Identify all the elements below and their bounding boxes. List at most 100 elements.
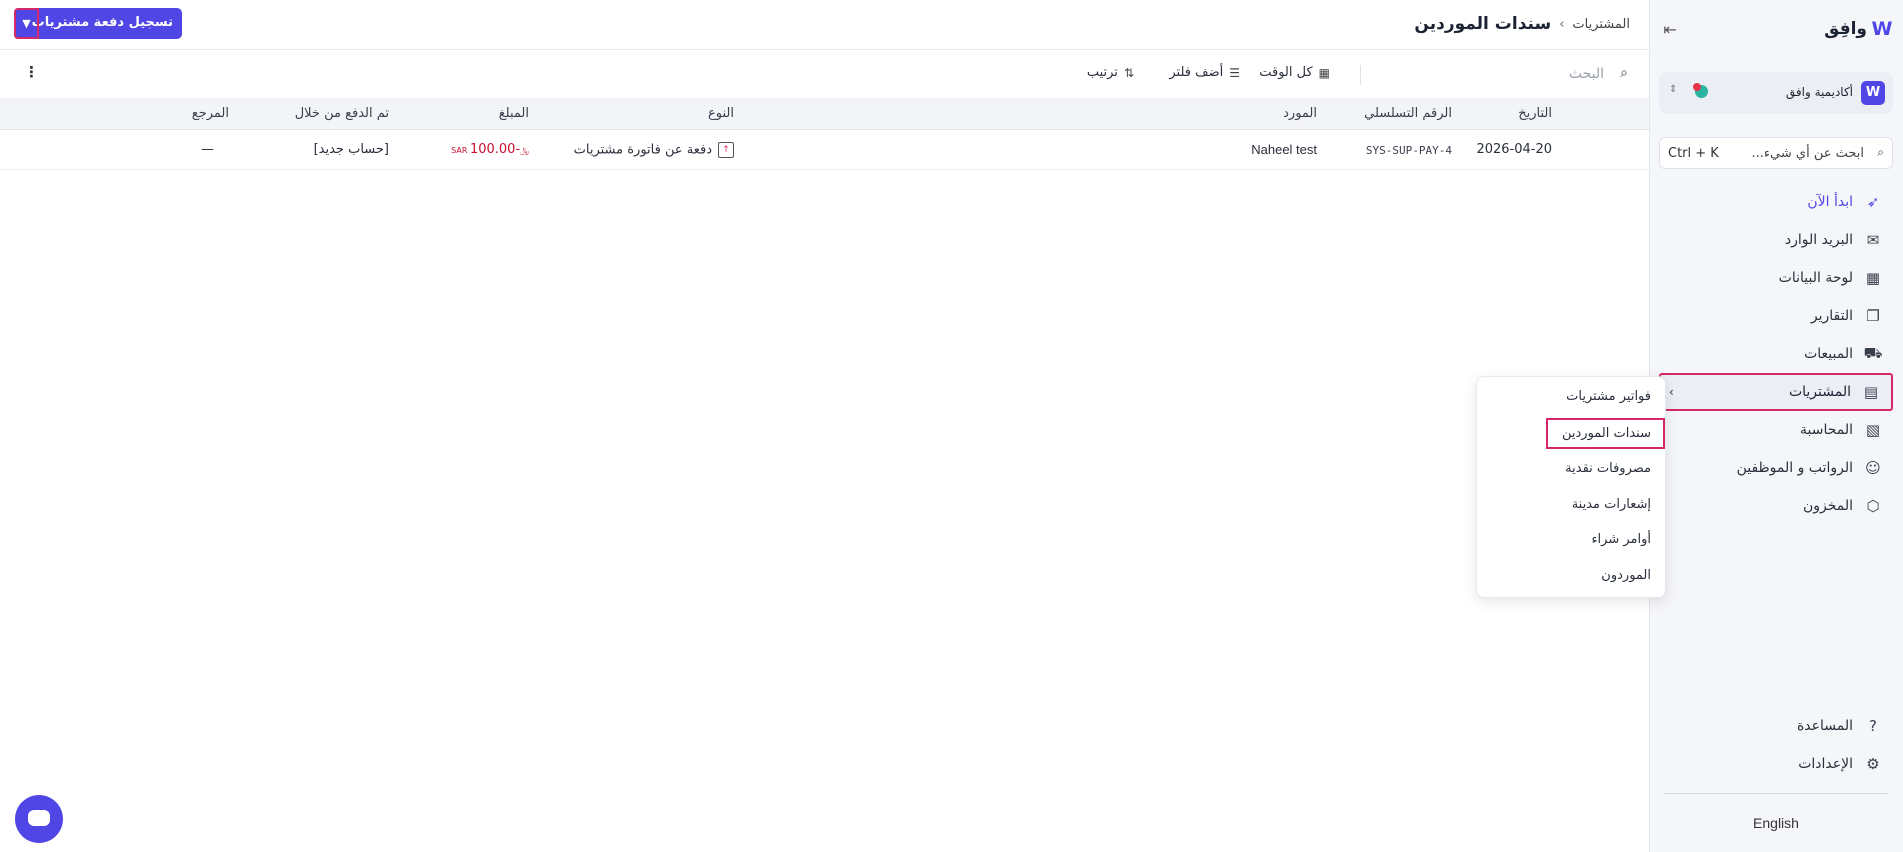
- time-filter-button[interactable]: ▦ كل الوقت: [1259, 65, 1330, 80]
- sidebar-item-label: المشتريات: [1788, 384, 1851, 400]
- payment-out-icon: ↑: [718, 142, 734, 158]
- add-filter-label: أضف فلتر: [1169, 65, 1224, 80]
- global-search-text: ابحث عن أي شيء...: [1751, 146, 1864, 161]
- sidebar: W وافِق ⇤ W أكاديمية وافق ⇕ ⌕ ابحث عن أي…: [1649, 0, 1903, 852]
- copy-icon: ❐: [1866, 307, 1880, 325]
- sidebar-item-label: الإعدادات: [1798, 756, 1853, 772]
- logo-text: وافِق: [1824, 19, 1867, 39]
- sidebar-item-help[interactable]: ? المساعدة: [1659, 707, 1893, 745]
- app-root: المشتريات › سندات الموردين تسجيل دفعة مش…: [0, 0, 1903, 852]
- cell-reference: —: [201, 142, 214, 157]
- sidebar-item-label: الرواتب و الموظفين: [1736, 460, 1853, 476]
- sidebar-item-reports[interactable]: ❐ التقارير: [1659, 297, 1893, 335]
- record-purchase-payment-label: تسجيل دفعة مشتريات: [31, 15, 173, 30]
- time-filter-label: كل الوقت: [1259, 65, 1313, 80]
- submenu-item-debit-notes[interactable]: إشعارات مدينة: [1572, 497, 1651, 512]
- toolbar: ⌕ ▦ كل الوقت ☰ أضف فلتر ⇅ ترتيب ⋮: [0, 51, 1649, 98]
- filter-icon: ☰: [1229, 65, 1240, 80]
- dashboard-icon: ▦: [1865, 269, 1881, 287]
- sort-icon: ⇅: [1123, 65, 1134, 80]
- submenu-item-supplier-vouchers[interactable]: سندات الموردين: [1545, 418, 1665, 449]
- more-options-icon[interactable]: ⋮: [24, 63, 39, 81]
- sidebar-item-label: المساعدة: [1796, 718, 1853, 734]
- chevron-right-icon: ›: [1669, 385, 1674, 399]
- submenu-item-cash-expenses[interactable]: مصروفات نقدية: [1565, 461, 1651, 476]
- organization-name: أكاديمية وافق: [1785, 85, 1853, 99]
- box-icon: ⬡: [1866, 497, 1880, 515]
- top-bar: المشتريات › سندات الموردين تسجيل دفعة مش…: [0, 0, 1649, 50]
- language-switch[interactable]: English: [1649, 815, 1903, 831]
- chevron-up-down-icon: ⇕: [1669, 84, 1678, 95]
- chat-bubble-icon: [28, 810, 50, 826]
- sort-button[interactable]: ⇅ ترتيب: [1087, 65, 1134, 80]
- logo-mark-icon: W: [1871, 18, 1893, 40]
- cell-type-label: دفعة عن فاتورة مشتريات: [573, 142, 712, 158]
- collapse-sidebar-icon[interactable]: ⇤: [1659, 20, 1681, 40]
- help-icon: ?: [1869, 717, 1877, 735]
- column-header-supplier[interactable]: المورد: [1283, 106, 1317, 121]
- submenu-item-suppliers[interactable]: الموردون: [1601, 568, 1651, 583]
- organization-avatar: W: [1861, 81, 1885, 105]
- calendar-icon: ▦: [1318, 65, 1330, 80]
- sidebar-item-purchases[interactable]: ▤ المشتريات ›: [1659, 373, 1893, 411]
- chevron-down-icon[interactable]: ▼: [14, 8, 39, 39]
- breadcrumb-parent-link[interactable]: المشتريات: [1572, 17, 1630, 32]
- logo-row: W وافِق ⇤: [1659, 18, 1893, 42]
- sidebar-item-label: ابدأ الآن: [1807, 194, 1853, 210]
- column-header-type[interactable]: النوع: [708, 106, 734, 121]
- submenu-item-purchase-orders[interactable]: أوامر شراء: [1591, 532, 1651, 547]
- sidebar-item-accounting[interactable]: ▧ المحاسبة: [1659, 411, 1893, 449]
- sidebar-item-sales[interactable]: ⛟ المبيعات: [1659, 335, 1893, 373]
- rocket-icon: ➶: [1866, 193, 1880, 211]
- sidebar-item-settings[interactable]: ⚙ الإعدادات: [1659, 745, 1893, 783]
- column-header-date[interactable]: التاريخ: [1518, 106, 1552, 121]
- mail-icon: ✉: [1866, 231, 1880, 249]
- breadcrumb: المشتريات › سندات الموردين: [1414, 14, 1630, 34]
- sidebar-item-label: المخزون: [1802, 498, 1853, 514]
- search-icon: ⌕: [1620, 65, 1628, 81]
- sidebar-bottom-nav: ? المساعدة ⚙ الإعدادات: [1659, 707, 1893, 783]
- search-icon: ⌕: [1877, 145, 1884, 159]
- users-icon: ☺: [1865, 459, 1881, 477]
- receipt-icon: ▤: [1863, 383, 1879, 401]
- cell-paid-through: [حساب جديد]: [313, 142, 389, 157]
- sidebar-item-inventory[interactable]: ⬡ المخزون: [1659, 487, 1893, 525]
- cell-type: ↑ دفعة عن فاتورة مشتريات: [574, 142, 734, 158]
- purchases-submenu: فواتير مشتريات سندات الموردين مصروفات نق…: [1476, 376, 1666, 598]
- chat-support-button[interactable]: [15, 795, 63, 843]
- column-header-amount[interactable]: المبلغ: [499, 106, 529, 121]
- cell-amount-value: -100.00: [469, 142, 521, 157]
- search-input[interactable]: [1444, 63, 1604, 85]
- gear-icon: ⚙: [1866, 755, 1880, 773]
- global-search-field[interactable]: ⌕ ابحث عن أي شيء... Ctrl + K: [1659, 137, 1893, 169]
- submenu-item-purchase-invoices[interactable]: فواتير مشتريات: [1566, 389, 1651, 404]
- sidebar-item-payroll[interactable]: ☺ الرواتب و الموظفين: [1659, 449, 1893, 487]
- sidebar-divider: [1663, 793, 1889, 794]
- sidebar-item-label: المحاسبة: [1799, 422, 1853, 438]
- sidebar-item-dashboard[interactable]: ▦ لوحة البيانات: [1659, 259, 1893, 297]
- cell-supplier: Naheel test: [1251, 142, 1317, 157]
- cell-date: 2026-04-20: [1476, 142, 1552, 157]
- sidebar-item-label: لوحة البيانات: [1778, 270, 1853, 286]
- ledger-icon: ▧: [1865, 421, 1881, 439]
- organization-switcher[interactable]: W أكاديمية وافق ⇕: [1659, 72, 1893, 114]
- add-filter-button[interactable]: ☰ أضف فلتر: [1169, 65, 1240, 80]
- page-title: سندات الموردين: [1414, 14, 1552, 34]
- column-header-serial[interactable]: الرقم التسلسلي: [1364, 106, 1452, 121]
- notification-badge-icon: [1693, 83, 1711, 99]
- table-header: التاريخ الرقم التسلسلي المورد النوع المب…: [0, 98, 1649, 130]
- search-shortcut: Ctrl + K: [1668, 146, 1719, 161]
- table-row[interactable]: 2026-04-20 SYS-SUP-PAY-4 Naheel test ↑ دف…: [0, 131, 1649, 170]
- toolbar-divider: [1360, 65, 1361, 85]
- sort-label: ترتيب: [1086, 65, 1118, 80]
- column-header-reference[interactable]: المرجع: [192, 106, 229, 121]
- sidebar-item-get-started[interactable]: ➶ ابدأ الآن: [1659, 183, 1893, 221]
- cart-icon: ⛟: [1863, 344, 1883, 362]
- sidebar-item-label: التقارير: [1810, 308, 1853, 324]
- sidebar-item-label: البريد الوارد: [1784, 232, 1853, 248]
- record-purchase-payment-button[interactable]: تسجيل دفعة مشتريات ▼: [14, 8, 182, 39]
- logo[interactable]: W وافِق: [1824, 18, 1893, 40]
- column-header-paid-through[interactable]: تم الدفع من خلال: [295, 106, 389, 121]
- cell-amount: SAR ﷼-100.00: [449, 142, 529, 157]
- sidebar-item-inbox[interactable]: ✉ البريد الوارد: [1659, 221, 1893, 259]
